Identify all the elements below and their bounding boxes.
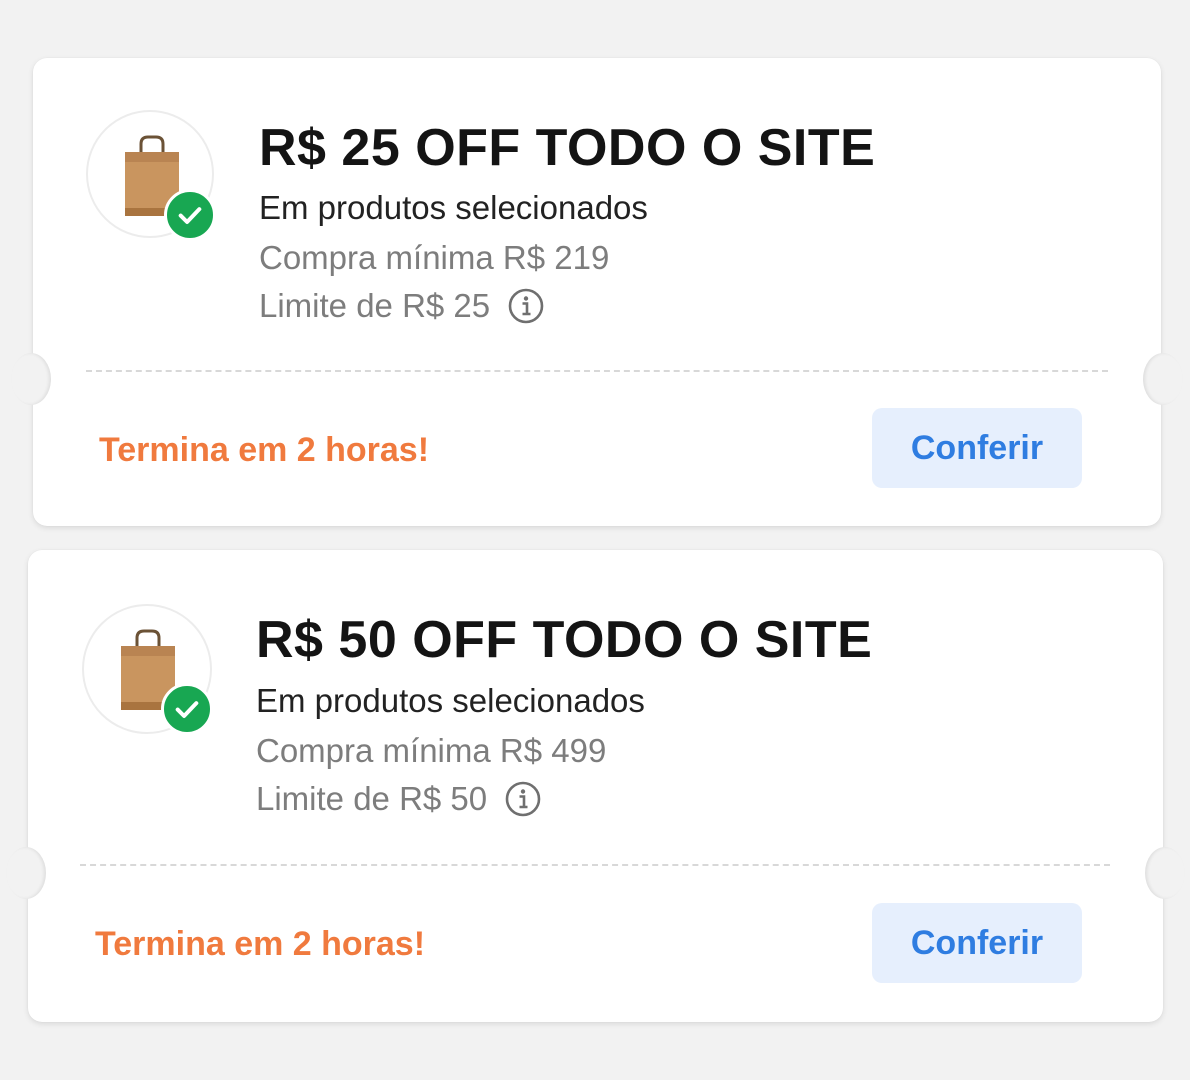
info-icon[interactable] (505, 781, 541, 817)
coupon-card: R$ 50 OFF TODO O SITE Em produtos seleci… (6, 550, 1185, 1022)
coupon-subtitle: Em produtos selecionados (259, 189, 648, 226)
ticket-notch-left (6, 847, 46, 899)
dashed-divider (86, 370, 1108, 372)
dashed-divider (80, 864, 1110, 866)
ticket-notch-right (1143, 353, 1183, 405)
conferir-button[interactable]: Conferir (872, 408, 1082, 488)
limit-text: Limite de R$ 50 (256, 780, 488, 817)
minimum-purchase: Compra mínima R$ 219 (259, 239, 610, 276)
info-icon[interactable] (508, 288, 544, 324)
ticket-notch-right (1145, 847, 1185, 899)
minimum-purchase: Compra mínima R$ 499 (256, 732, 607, 769)
limit-row: Limite de R$ 25 (259, 287, 544, 325)
check-icon (161, 683, 213, 735)
coupon-title: R$ 50 OFF TODO O SITE (256, 611, 873, 669)
check-icon (164, 189, 216, 241)
conferir-button[interactable]: Conferir (872, 903, 1082, 983)
ticket-notch-left (11, 353, 51, 405)
limit-row: Limite de R$ 50 (256, 780, 541, 818)
coupon-card: R$ 25 OFF TODO O SITE Em produtos seleci… (11, 58, 1183, 526)
coupon-title: R$ 25 OFF TODO O SITE (259, 119, 876, 177)
expiry-text: Termina em 2 horas! (99, 431, 430, 469)
coupon-subtitle: Em produtos selecionados (256, 682, 645, 719)
expiry-text: Termina em 2 horas! (95, 925, 426, 963)
limit-text: Limite de R$ 25 (259, 287, 491, 324)
